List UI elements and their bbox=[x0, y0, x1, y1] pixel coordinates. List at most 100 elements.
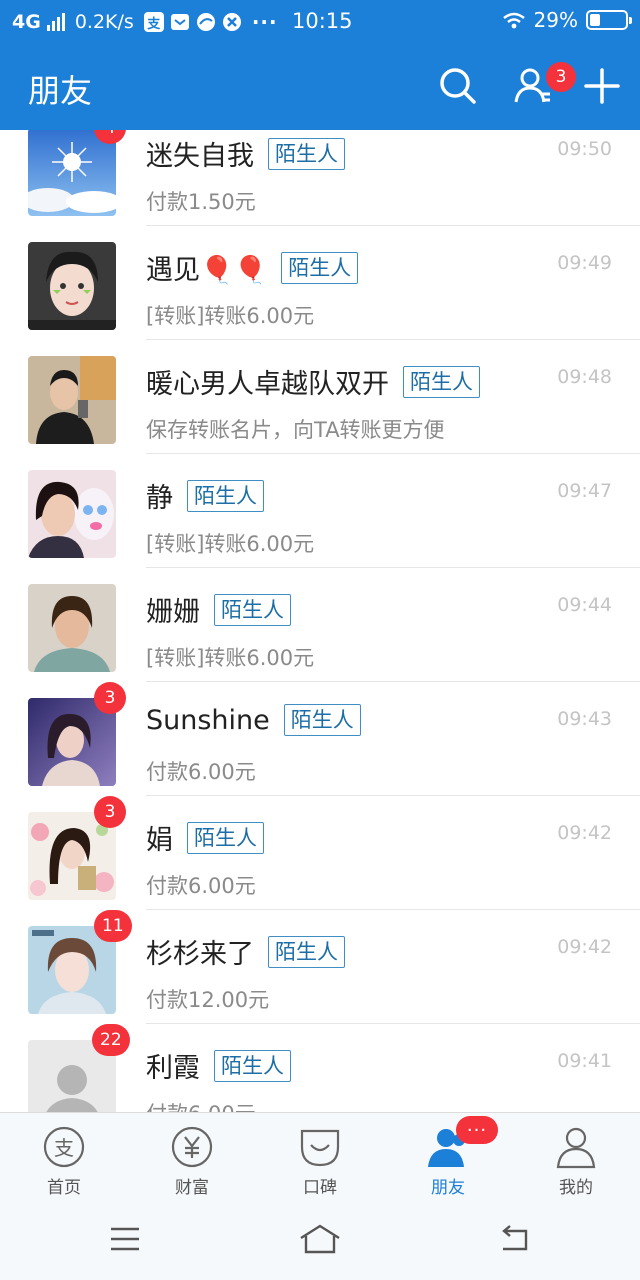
app-header: 朋友 3 bbox=[0, 44, 640, 130]
conversation-row[interactable]: 静 陌生人 09:47 [转账]转账6.00元 bbox=[0, 454, 640, 568]
name-line: 娟 陌生人 bbox=[146, 818, 264, 857]
conversation-row[interactable]: 遇见🎈🎈 陌生人 09:49 [转账]转账6.00元 bbox=[0, 226, 640, 340]
message-preview: [转账]转账6.00元 bbox=[146, 532, 315, 556]
message-preview: [转账]转账6.00元 bbox=[146, 646, 315, 670]
unread-badge: 11 bbox=[94, 910, 132, 942]
stranger-tag: 陌生人 bbox=[281, 251, 359, 284]
conversation-row[interactable]: 暖心男人卓越队双开 陌生人 09:48 保存转账名片，向TA转账更方便 bbox=[0, 340, 640, 454]
name-line: 遇见🎈🎈 陌生人 bbox=[146, 248, 359, 287]
network-speed: 0.2K/s bbox=[74, 11, 134, 33]
woman-photo bbox=[28, 584, 116, 672]
stranger-tag: 陌生人 bbox=[214, 593, 291, 626]
conversation-list[interactable]: 4 迷失自我 陌生人 09:50 付款1.50元 遇见🎈🎈 陌生人 09:49 bbox=[0, 130, 640, 1112]
menu-icon[interactable] bbox=[108, 1222, 142, 1256]
conversation-row[interactable]: 11 杉杉来了 陌生人 09:42 付款12.00元 bbox=[0, 910, 640, 1024]
conversation-row[interactable]: 姗姗 陌生人 09:44 [转账]转账6.00元 bbox=[0, 568, 640, 682]
message-time: 09:44 bbox=[557, 594, 612, 616]
tab-label: 财富 bbox=[175, 1178, 209, 1198]
network-type: 4G bbox=[12, 11, 41, 33]
contact-name: 姗姗 bbox=[146, 597, 200, 628]
contact-name: Sunshine bbox=[146, 704, 270, 736]
conversation-row[interactable]: 22 利霞 陌生人 09:41 付款6.00元 bbox=[0, 1024, 640, 1112]
system-navigation-bar bbox=[0, 1204, 640, 1280]
conversation-row[interactable]: 3 Sunshine 陌生人 09:43 付款6.00元 bbox=[0, 682, 640, 796]
message-time: 09:47 bbox=[557, 480, 612, 502]
avatar[interactable] bbox=[28, 356, 116, 444]
contact-name: 杉杉来了 bbox=[146, 939, 254, 970]
stranger-tag: 陌生人 bbox=[214, 1049, 291, 1082]
battery-level bbox=[590, 14, 600, 26]
name-line: 暖心男人卓越队双开 陌生人 bbox=[146, 362, 480, 401]
status-right: 29% bbox=[502, 8, 632, 32]
stranger-tag: 陌生人 bbox=[283, 704, 361, 736]
add-icon[interactable] bbox=[580, 64, 624, 108]
conversation-row[interactable]: 4 迷失自我 陌生人 09:50 付款1.50元 bbox=[0, 130, 640, 226]
message-preview: 付款12.00元 bbox=[146, 988, 270, 1012]
contact-name: 静 bbox=[146, 483, 173, 514]
unread-badge: 22 bbox=[92, 1024, 130, 1056]
bottom-tab-bar: 支 首页 财富 口碑 朋友 我的 bbox=[0, 1112, 640, 1204]
message-preview: 保存转账名片，向TA转账更方便 bbox=[146, 418, 445, 442]
message-time: 09:41 bbox=[557, 1050, 612, 1072]
tab-profile[interactable]: 我的 bbox=[512, 1113, 640, 1205]
friends-tab-badge: ··· bbox=[456, 1116, 498, 1144]
name-line: 迷失自我 陌生人 bbox=[146, 134, 345, 173]
tab-label: 首页 bbox=[47, 1178, 81, 1198]
contact-name: 遇见🎈🎈 bbox=[146, 255, 268, 286]
message-preview: 付款6.00元 bbox=[146, 1098, 256, 1112]
search-icon[interactable] bbox=[436, 64, 480, 108]
name-line: 静 陌生人 bbox=[146, 476, 264, 515]
clock: 10:15 bbox=[292, 9, 353, 33]
browser-notification-icon bbox=[196, 13, 215, 31]
message-preview: 付款6.00元 bbox=[146, 760, 256, 784]
girl-doll-photo bbox=[28, 470, 116, 558]
alipay-notification-icon: 支 bbox=[143, 12, 164, 32]
avatar[interactable] bbox=[28, 130, 116, 216]
status-bar: 4G 0.2K/s 支 ··· 10:15 29% bbox=[0, 0, 640, 44]
message-preview: 付款1.50元 bbox=[146, 190, 256, 214]
stranger-tag: 陌生人 bbox=[268, 137, 345, 170]
home-icon[interactable] bbox=[298, 1222, 342, 1256]
message-time: 09:42 bbox=[557, 936, 612, 958]
battery-percent: 29% bbox=[533, 8, 578, 32]
unread-badge: 3 bbox=[94, 682, 126, 714]
status-left: 4G 0.2K/s 支 ··· bbox=[12, 10, 278, 34]
contacts-badge: 3 bbox=[546, 62, 576, 92]
message-time: 09:42 bbox=[557, 822, 612, 844]
page-title: 朋友 bbox=[28, 72, 93, 110]
message-time: 09:50 bbox=[557, 138, 612, 160]
name-line: 姗姗 陌生人 bbox=[146, 590, 291, 629]
profile-icon bbox=[556, 1127, 596, 1169]
close-notification-icon bbox=[222, 13, 241, 31]
message-preview: [转账]转账6.00元 bbox=[146, 304, 315, 328]
wifi-icon bbox=[502, 12, 525, 29]
contact-name: 利霞 bbox=[146, 1053, 200, 1084]
tab-label: 我的 bbox=[559, 1178, 593, 1198]
contact-name: 暖心男人卓越队双开 bbox=[146, 369, 389, 400]
tab-wealth[interactable]: 财富 bbox=[128, 1113, 256, 1205]
stranger-tag: 陌生人 bbox=[187, 821, 264, 854]
tab-label: 口碑 bbox=[303, 1178, 337, 1198]
message-time: 09:43 bbox=[557, 708, 612, 730]
battery-icon bbox=[586, 10, 632, 30]
avatar[interactable] bbox=[28, 242, 116, 330]
signal-icon bbox=[46, 13, 65, 31]
sky-photo bbox=[28, 130, 116, 216]
mail-notification-icon bbox=[170, 14, 189, 30]
message-preview: 付款6.00元 bbox=[146, 874, 256, 898]
name-line: Sunshine 陌生人 bbox=[146, 704, 361, 736]
contact-name: 娟 bbox=[146, 825, 173, 856]
tab-label: 朋友 bbox=[431, 1178, 465, 1198]
stranger-tag: 陌生人 bbox=[268, 935, 345, 968]
avatar[interactable] bbox=[28, 584, 116, 672]
wealth-yen-icon bbox=[171, 1126, 213, 1168]
tab-koubei[interactable]: 口碑 bbox=[256, 1113, 384, 1205]
svg-text:支: 支 bbox=[54, 1136, 74, 1160]
back-icon[interactable] bbox=[498, 1222, 532, 1256]
conversation-row[interactable]: 3 娟 陌生人 09:42 付款6.00元 bbox=[0, 796, 640, 910]
avatar[interactable] bbox=[28, 470, 116, 558]
alipay-home-icon: 支 bbox=[43, 1126, 85, 1168]
tab-home[interactable]: 支 首页 bbox=[0, 1113, 128, 1205]
name-line: 杉杉来了 陌生人 bbox=[146, 932, 345, 971]
unread-badge: 3 bbox=[94, 796, 126, 828]
